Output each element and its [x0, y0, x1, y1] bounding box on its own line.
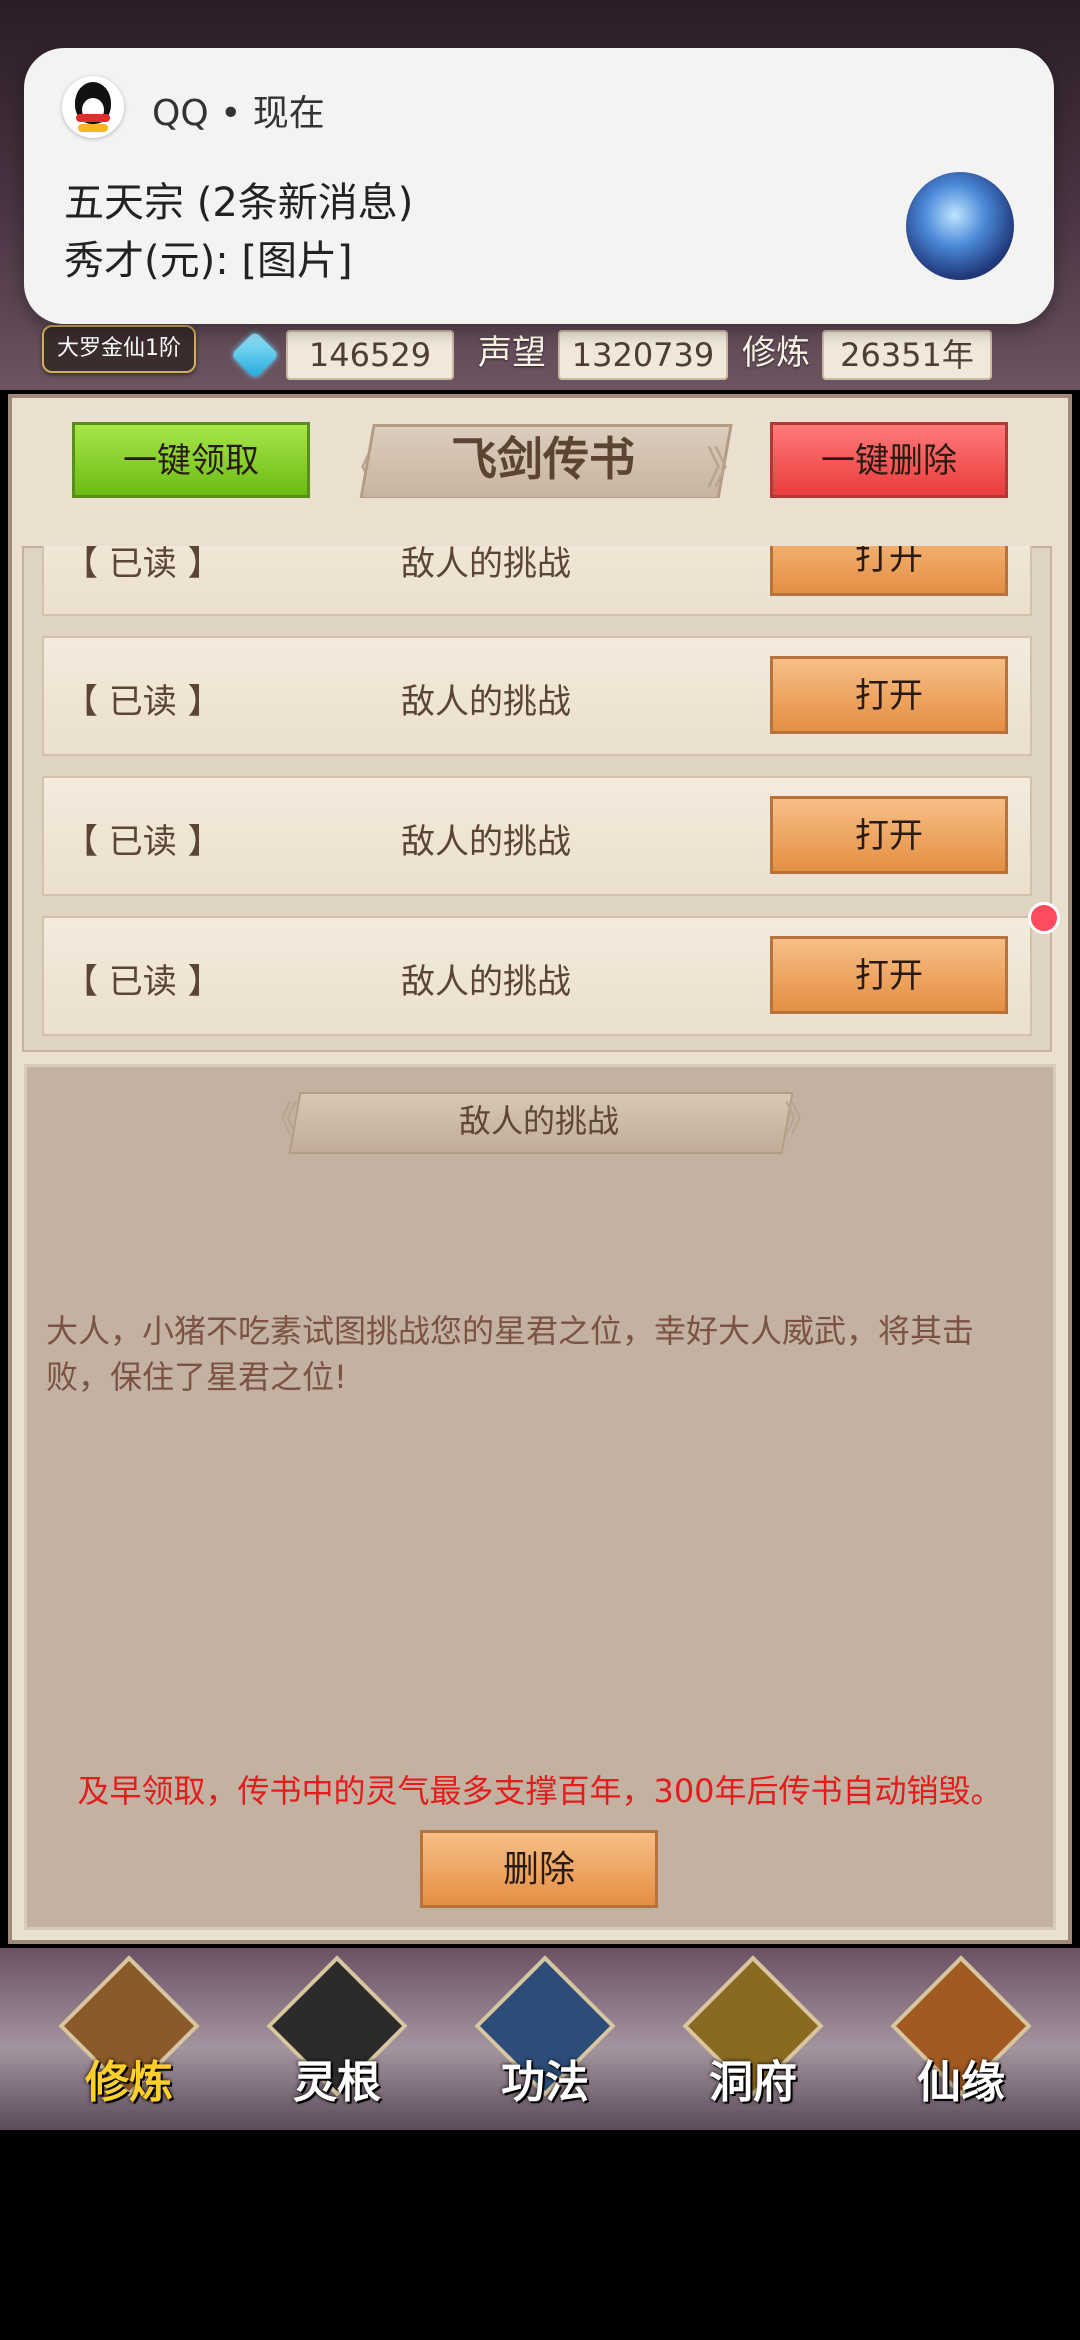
delete-all-button[interactable]: 一键删除 [770, 422, 1008, 498]
nav-techniques[interactable]: 功法 [470, 1955, 620, 2116]
notification-title: 五天宗 (2条新消息) [64, 180, 414, 226]
detail-title: 敌人的挑战 [458, 1102, 619, 1140]
open-button[interactable]: 打开 [770, 656, 1008, 734]
qq-penguin-icon [62, 76, 124, 138]
detail-body: 大人，小猪不吃素试图挑战您的星君之位，幸好大人威武，将其击败，保住了星君之位! [46, 1312, 975, 1396]
chevron-right-icon: 》 [784, 1099, 821, 1140]
mail-subject: 敌人的挑战 [401, 822, 571, 862]
nav-label: 修炼 [85, 2057, 173, 2108]
delete-button[interactable]: 删除 [420, 1830, 658, 1908]
mail-status: 【 已读 】 [64, 682, 222, 722]
notification-app-name: QQ • 现在 [152, 93, 325, 134]
nav-label: 功法 [501, 2057, 589, 2108]
nav-spirit-root[interactable]: 灵根 [262, 1955, 412, 2116]
nav-cultivate[interactable]: 修炼 [54, 1955, 204, 2116]
open-button[interactable]: 打开 [770, 936, 1008, 1014]
expiry-warning: 及早领取，传书中的灵气最多支撑百年，300年后传书自动销毁。 [77, 1772, 1003, 1810]
cultivation-label: 修炼 [742, 333, 810, 373]
chevron-right-icon: 》 [706, 443, 750, 494]
rank-badge: 大罗金仙1阶 [42, 325, 196, 373]
cultivation-value: 26351年 [822, 330, 992, 380]
nav-fate[interactable]: 仙缘 [886, 1955, 1036, 2116]
panel-title: 飞剑传书 [451, 432, 635, 486]
reputation-label: 声望 [478, 333, 546, 373]
reputation-value: 1320739 [558, 330, 728, 380]
notification-dot-icon[interactable] [1028, 902, 1060, 934]
claim-all-button[interactable]: 一键领取 [72, 422, 310, 498]
sender-avatar [906, 172, 1014, 280]
nav-label: 洞府 [709, 2057, 797, 2108]
mail-status: 【 已读 】 [64, 822, 222, 862]
nav-label: 灵根 [293, 2057, 381, 2108]
mail-subject: 敌人的挑战 [401, 682, 571, 722]
gems-value: 146529 [286, 330, 454, 380]
notification-message: 秀才(元): [图片] [64, 238, 353, 284]
nav-cave[interactable]: 洞府 [678, 1955, 828, 2116]
open-button[interactable]: 打开 [770, 796, 1008, 874]
mail-subject: 敌人的挑战 [401, 962, 571, 1002]
list-clip-mask [22, 498, 1052, 546]
nav-label: 仙缘 [917, 2057, 1005, 2108]
mail-status: 【 已读 】 [64, 962, 222, 1002]
